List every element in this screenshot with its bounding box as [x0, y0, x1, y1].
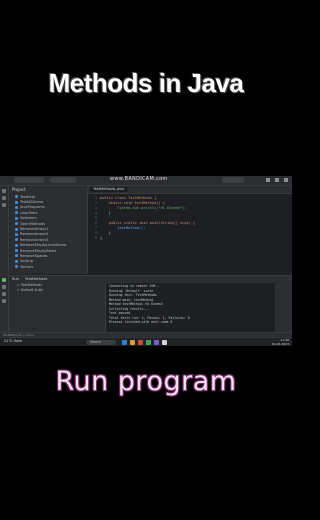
package-icon — [15, 195, 18, 199]
package-icon — [15, 216, 18, 220]
package-icon — [15, 238, 18, 242]
recorder-watermark: www.BANDICAM.com — [110, 176, 168, 182]
project-header: Project — [12, 187, 26, 192]
code-text: System.out.println("Hi Dinesh"); — [100, 206, 187, 210]
project-tree-label: RemoveEmptyLinesDemo — [20, 243, 67, 248]
project-tree-label: Selenium — [20, 216, 37, 221]
project-panel: Project TestIntel TestNGDemo JavaPrograms L… — [9, 186, 88, 274]
package-icon — [15, 222, 18, 226]
maximize-icon[interactable] — [275, 178, 279, 182]
editor-tabs: TestMethods.java — [88, 186, 292, 194]
code-text: } — [100, 236, 103, 240]
run-icon[interactable] — [2, 278, 6, 282]
git-icon[interactable] — [2, 299, 6, 303]
code-line: 9} — [88, 236, 292, 241]
run-config-tab[interactable]: TestMethods — [25, 277, 47, 281]
run-panel: Run TestMethods ✔ TestMethods ✔ Default S… — [9, 275, 292, 333]
taskbar-app-icon[interactable] — [130, 340, 135, 345]
project-tree-label: RemoveArrays1 — [20, 227, 49, 232]
taskbar-app-icon[interactable] — [154, 340, 159, 345]
code-area[interactable]: 1 public class TestMethods {2 static void… — [88, 194, 292, 241]
more-icon[interactable] — [2, 203, 6, 207]
taskbar-apps — [122, 340, 167, 345]
project-tree-label: LoopTests — [20, 210, 38, 215]
project-tree-label: Sorting — [20, 259, 33, 264]
title-caption: Methods in Java — [48, 68, 244, 98]
problems-icon[interactable] — [2, 292, 6, 296]
run-panel-header: Run TestMethods — [9, 276, 292, 282]
project-tree-label: TestNGDemo — [20, 200, 44, 205]
project-tree: TestIntel TestNGDemo JavaPrograms LoopTests… — [9, 194, 87, 269]
test-result-item[interactable]: ✔ Default Suite — [9, 288, 105, 293]
ide-titlebar: www.BANDICAM.com — [0, 176, 292, 186]
console-line: Process finished with exit code 0 — [109, 320, 173, 324]
branch-selector[interactable] — [50, 177, 76, 183]
run-config-selector[interactable] — [222, 177, 244, 183]
package-icon — [15, 205, 18, 209]
project-tree-label: JavaPrograms — [20, 205, 45, 210]
run-tab[interactable]: Run — [12, 277, 19, 281]
weather-widget[interactable]: 21°C Haze — [4, 339, 22, 343]
folder-icon[interactable] — [2, 189, 6, 193]
taskbar-app-icon[interactable] — [162, 340, 167, 345]
structure-icon[interactable] — [2, 196, 6, 200]
taskbar-app-icon[interactable] — [138, 340, 143, 345]
package-icon — [15, 259, 18, 263]
project-tree-label: RemoveEmptyItems — [20, 248, 57, 253]
taskbar-app-icon[interactable] — [146, 340, 151, 345]
test-result-label: TestMethods — [20, 283, 43, 287]
windows-taskbar: 21°C Haze Search 11:46 10-03-2023 — [0, 337, 292, 346]
run-console[interactable]: Connecting to remote JVM... Running 'Defa… — [105, 283, 275, 333]
project-tree-label: OpenMethods — [20, 221, 45, 226]
terminal-icon[interactable] — [2, 285, 6, 289]
close-icon[interactable] — [284, 178, 288, 182]
run-program-caption: Run program — [55, 366, 237, 397]
test-result-label: Default Suite — [20, 288, 44, 292]
minimize-icon[interactable] — [266, 178, 270, 182]
window-controls — [266, 178, 288, 182]
package-icon — [15, 243, 18, 247]
tool-window-bar — [0, 186, 9, 332]
taskbar-app-icon[interactable] — [122, 340, 127, 345]
package-icon — [15, 254, 18, 258]
project-tree-label: Vectors — [20, 264, 34, 269]
package-icon — [15, 265, 18, 269]
clock-date: 10-03-2023 — [271, 341, 289, 346]
taskbar-clock[interactable]: 11:46 10-03-2023 — [271, 338, 289, 346]
project-tree-label: RemoveArrays3 — [20, 237, 49, 242]
package-icon — [15, 249, 18, 253]
package-icon — [15, 200, 18, 204]
ide-screenshot: www.BANDICAM.com Project TestIntel TestNG… — [0, 176, 292, 346]
code-text: } — [100, 211, 111, 215]
line-number: 9 — [94, 236, 97, 240]
test-results-tree: ✔ TestMethods ✔ Default Suite — [9, 283, 105, 333]
project-tree-label: TestIntel — [20, 194, 36, 199]
package-icon — [15, 211, 18, 215]
editor-tab[interactable]: TestMethods.java — [90, 187, 128, 192]
code-editor[interactable]: TestMethods.java 1 public class TestMetho… — [88, 186, 292, 274]
project-selector[interactable] — [14, 177, 44, 183]
taskbar-search[interactable]: Search — [86, 340, 116, 345]
project-tree-item[interactable]: Vectors — [9, 264, 87, 269]
package-icon — [15, 232, 18, 236]
project-tree-label: RemoveSpaces — [20, 253, 48, 258]
package-icon — [15, 227, 18, 231]
project-tree-label: RemoveArrays2 — [20, 232, 49, 237]
